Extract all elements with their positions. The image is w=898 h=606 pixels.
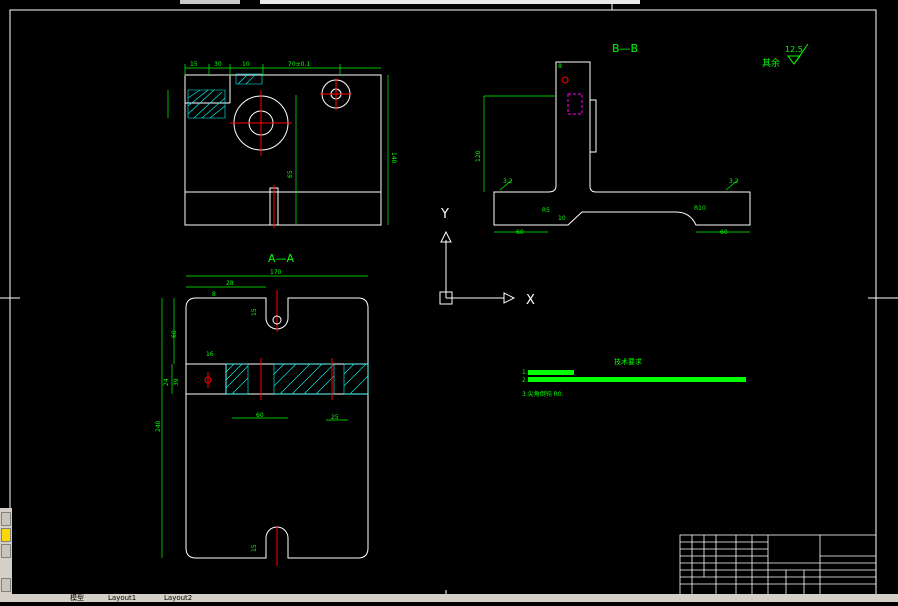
dim-text: 65 (287, 170, 294, 178)
aa-hatch (225, 363, 369, 395)
dim-text: 30 (214, 61, 222, 68)
title-block (679, 534, 877, 596)
tool-button[interactable] (1, 528, 11, 542)
dim-text: 39 (173, 378, 180, 386)
bb-view (493, 61, 751, 226)
dim-text: 10 (242, 61, 250, 68)
top-view-dim-text: 15 30 10 70±0.1 140 65 (190, 61, 397, 178)
tool-button[interactable] (1, 578, 11, 592)
tech-item-2: 2. (522, 377, 528, 384)
dim-text: 60 (171, 330, 178, 338)
dim-text: 3.2 (503, 178, 513, 185)
bb-hole (561, 76, 569, 84)
roughness-value: 12.5 (785, 45, 803, 54)
dim-text: 10 (558, 215, 566, 222)
cad-drawing-svg[interactable]: 15 30 10 70±0.1 140 65 B—B 120 8 3.2 3.2… (0, 0, 898, 602)
aa-dim-text: 170 28 8 15 60 240 24 39 16 60 25 15 (155, 269, 339, 552)
dim-text: 170 (270, 269, 282, 276)
left-tool-palette (0, 508, 12, 594)
cad-drawing-canvas[interactable]: 15 30 10 70±0.1 140 65 B—B 120 8 3.2 3.2… (0, 0, 898, 602)
view-bb-title: B—B (612, 42, 638, 55)
tab-layout2[interactable]: Layout2 (164, 594, 192, 602)
bb-dim-text: 120 8 3.2 3.2 R5 R10 10 60 60 (475, 63, 739, 236)
dim-text: 24 (163, 378, 170, 386)
dim-text: 25 (331, 414, 339, 421)
tool-button[interactable] (1, 544, 11, 558)
roughness-label: 其余 (762, 57, 780, 69)
tech-item-1: 1. (522, 369, 528, 376)
roughness-symbol: 其余 12.5 (762, 43, 809, 69)
toolbar-strip-2 (260, 0, 640, 4)
dim-text: 3.2 (729, 178, 739, 185)
ucs-y-label: Y (440, 207, 449, 222)
dim-text: 8 (212, 291, 216, 298)
aa-view (185, 297, 369, 559)
dim-text: 70±0.1 (288, 61, 310, 68)
view-aa-title: A—A (268, 252, 295, 265)
ucs-icon (439, 230, 516, 305)
aa-centerlines (207, 290, 333, 566)
dim-text: 15 (251, 308, 258, 316)
drawing-frame (9, 9, 877, 596)
tech-item-3: 3.尖角倒钝 R0. (522, 390, 564, 398)
dim-text: 28 (226, 280, 234, 287)
dim-text: 60 (256, 412, 264, 419)
dim-text: 120 (475, 150, 482, 162)
dim-text: 16 (206, 351, 214, 358)
dim-text: 60 (720, 229, 728, 236)
dim-text: 15 (190, 61, 198, 68)
dim-text: 240 (155, 420, 162, 432)
bb-hidden (567, 93, 583, 115)
top-view-hatch (187, 73, 263, 119)
dim-text: 15 (251, 544, 258, 552)
top-view (184, 74, 382, 226)
dim-text: 140 (390, 152, 397, 164)
layout-tabs-bar: 模型 Layout1 Layout2 (0, 594, 898, 602)
dim-text: 60 (516, 229, 524, 236)
tool-button[interactable] (1, 512, 11, 526)
dim-text: R10 (694, 205, 706, 212)
tab-layout1[interactable]: Layout1 (108, 594, 136, 602)
dim-text: R5 (542, 207, 550, 214)
tech-title: 技术要求 (614, 357, 642, 366)
toolbar-strip (180, 0, 240, 4)
ucs-x-label: X (526, 293, 535, 308)
tab-model[interactable]: 模型 (70, 594, 84, 602)
top-view-centerlines (230, 78, 352, 228)
tech-requirements: 技术要求 1. 2. 3.尖角倒钝 R0. (522, 357, 746, 398)
dim-text: 8 (558, 63, 562, 70)
